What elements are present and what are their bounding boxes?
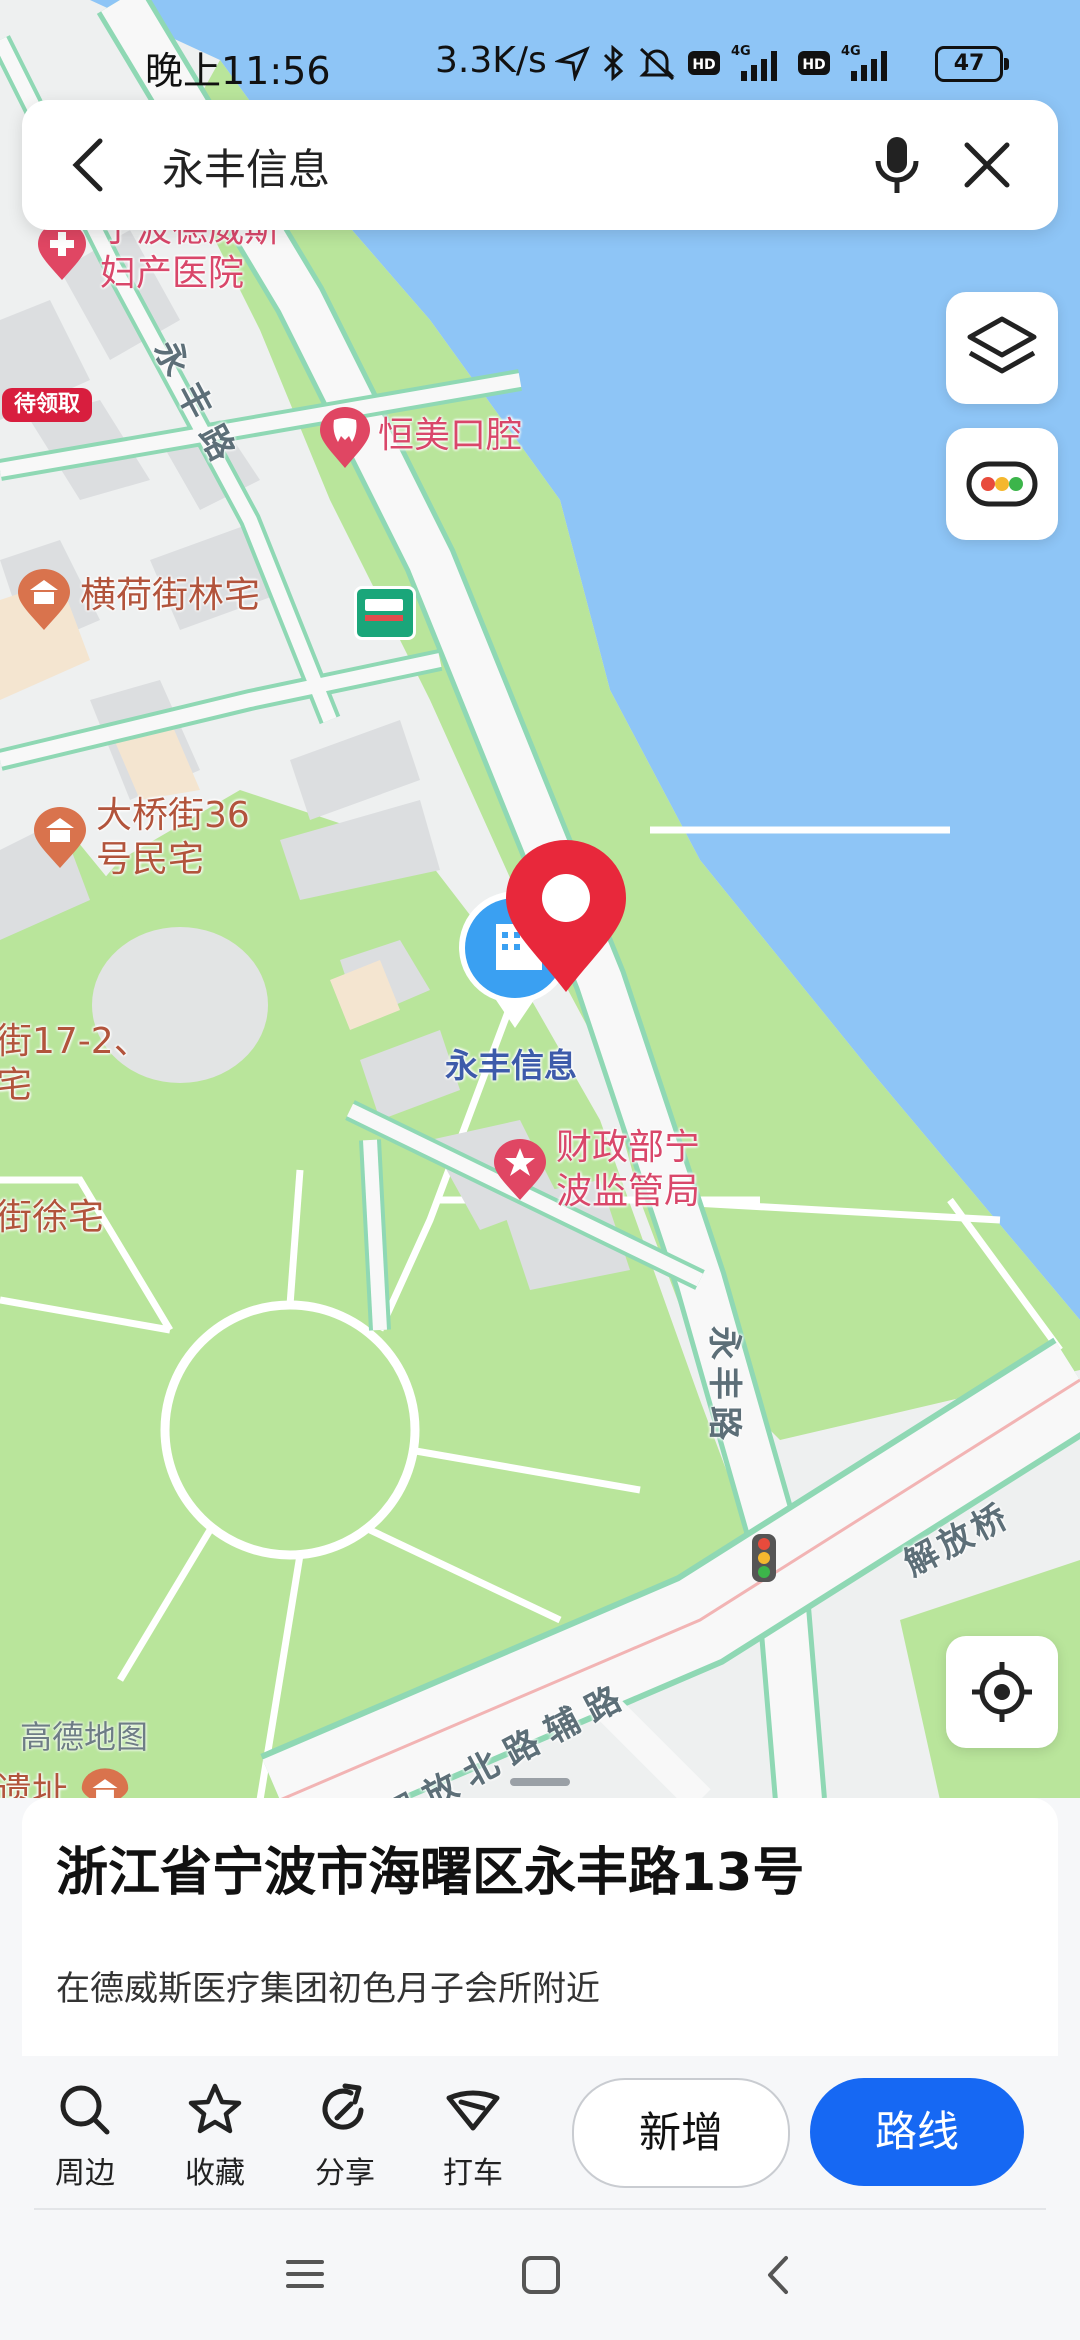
poi-daqiao[interactable] — [32, 806, 88, 874]
poi-line: 波监管局 — [556, 1171, 701, 1212]
back-nav-button[interactable] — [754, 2250, 804, 2300]
search-input[interactable]: 永丰信息 — [162, 136, 330, 197]
road-label-yongfeng-lower: 永丰路 — [704, 1326, 744, 1446]
address-nearby: 在德威斯医疗集团初色月子会所附近 — [56, 1969, 600, 2009]
address-title: 浙江省宁波市海曙区永丰路13号 — [56, 1843, 805, 1903]
system-nav-bar — [0, 2212, 1080, 2340]
back-button[interactable] — [56, 130, 120, 200]
menu-nav-button[interactable] — [280, 2252, 330, 2296]
status-icons: HD 4G HD 4G — [555, 42, 897, 84]
svg-text:4G: 4G — [731, 44, 751, 59]
poi-dental[interactable] — [318, 406, 372, 474]
poi-linzhai-label: 横荷街林宅 — [80, 575, 261, 616]
add-button[interactable]: 新增 — [572, 2078, 790, 2188]
taxi-button[interactable]: 打车 — [418, 2080, 528, 2192]
back-icon — [72, 138, 103, 192]
bus-stop-icon[interactable] — [354, 586, 416, 640]
share-label: 分享 — [315, 2156, 375, 2191]
action-toolbar: 周边 收藏 分享 打车 新增 路线 — [0, 2056, 1080, 2210]
home-nav-button[interactable] — [516, 2250, 566, 2300]
hospital-icon — [38, 222, 86, 280]
taxi-icon — [446, 2090, 500, 2131]
back-nav-icon — [768, 2256, 788, 2294]
signal-4g-icon: 4G — [841, 44, 887, 81]
svg-text:HD: HD — [802, 57, 825, 73]
bus-stop-screen — [365, 599, 403, 611]
poi-line: 号民宅 — [96, 839, 205, 880]
locate-icon — [972, 1662, 1032, 1722]
poi-dental-label: 恒美口腔 — [378, 415, 523, 456]
close-icon — [964, 142, 1010, 188]
home-icon — [522, 2256, 560, 2294]
poi-jie17-label[interactable]: 街17-2、 宅 — [0, 1020, 150, 1108]
microphone-icon — [875, 137, 919, 193]
search-bar: 永丰信息 — [22, 100, 1058, 230]
search-icon — [60, 2085, 110, 2135]
battery-icon: 47 — [935, 46, 1009, 82]
sheet-handle[interactable] — [510, 1778, 570, 1786]
hd-icon: HD — [798, 51, 830, 75]
plaza-circle — [160, 1300, 420, 1560]
poi-daqiao-label: 大桥街36 号民宅 — [96, 794, 250, 882]
share-button[interactable]: 分享 — [290, 2080, 400, 2192]
poi-xuzhai-label[interactable]: 街徐宅 — [0, 1196, 104, 1240]
poi-finance-label: 财政部宁 波监管局 — [556, 1126, 700, 1214]
badge-pending[interactable]: 待领取 — [2, 388, 93, 422]
favorite-label: 收藏 — [185, 2156, 245, 2191]
landmark-icon — [18, 569, 70, 630]
star-icon — [188, 2083, 242, 2134]
route-button[interactable]: 路线 — [810, 2078, 1024, 2186]
poi-line: 宅 — [0, 1065, 33, 1106]
location-arrow-icon — [555, 46, 590, 81]
poi-line: 财政部宁 — [556, 1127, 701, 1168]
poi-line: 妇产医院 — [100, 253, 245, 294]
bluetooth-icon — [603, 45, 624, 81]
menu-icon — [286, 2260, 324, 2288]
nearby-label: 周边 — [55, 2156, 115, 2191]
svg-text:HD: HD — [692, 57, 715, 73]
poi-line: 街17-2、 — [0, 1021, 150, 1062]
poi-linzhai[interactable] — [16, 568, 72, 636]
toolbar-divider — [34, 2208, 1046, 2210]
poi-line: 大桥街36 — [96, 795, 250, 836]
dental-icon — [320, 407, 370, 468]
share-icon — [322, 2083, 364, 2130]
nearby-button[interactable]: 周边 — [30, 2080, 140, 2192]
mute-icon — [639, 47, 675, 81]
taxi-label: 打车 — [443, 2156, 503, 2191]
traffic-button[interactable] — [946, 428, 1058, 540]
signal-4g-icon: 4G — [731, 44, 777, 81]
status-time: 晚上11:56 — [145, 49, 331, 93]
traffic-light-icon — [752, 1534, 776, 1582]
red-pin-icon — [506, 840, 626, 992]
voice-button[interactable] — [862, 130, 932, 200]
hd-icon: HD — [688, 51, 720, 75]
bus-stop-bar — [365, 615, 403, 621]
map-attribution: 高德地图 — [20, 1718, 149, 1756]
locate-button[interactable] — [946, 1636, 1058, 1748]
favorite-button[interactable]: 收藏 — [160, 2080, 270, 2192]
government-icon — [494, 1139, 546, 1200]
layers-icon — [967, 316, 1037, 374]
status-speed: 3.3K/s — [435, 40, 547, 81]
svg-text:4G: 4G — [841, 44, 861, 59]
poi-hospital[interactable] — [36, 222, 88, 286]
landmark-icon — [34, 807, 86, 868]
location-pin — [502, 836, 630, 998]
selected-poi-label: 永丰信息 — [445, 1046, 577, 1085]
traffic-icon — [966, 461, 1038, 507]
poi-finance[interactable] — [492, 1138, 548, 1206]
address-card[interactable]: 浙江省宁波市海曙区永丰路13号 在德威斯医疗集团初色月子会所附近 — [22, 1798, 1058, 2058]
clear-button[interactable] — [952, 130, 1022, 200]
layers-button[interactable] — [946, 292, 1058, 404]
